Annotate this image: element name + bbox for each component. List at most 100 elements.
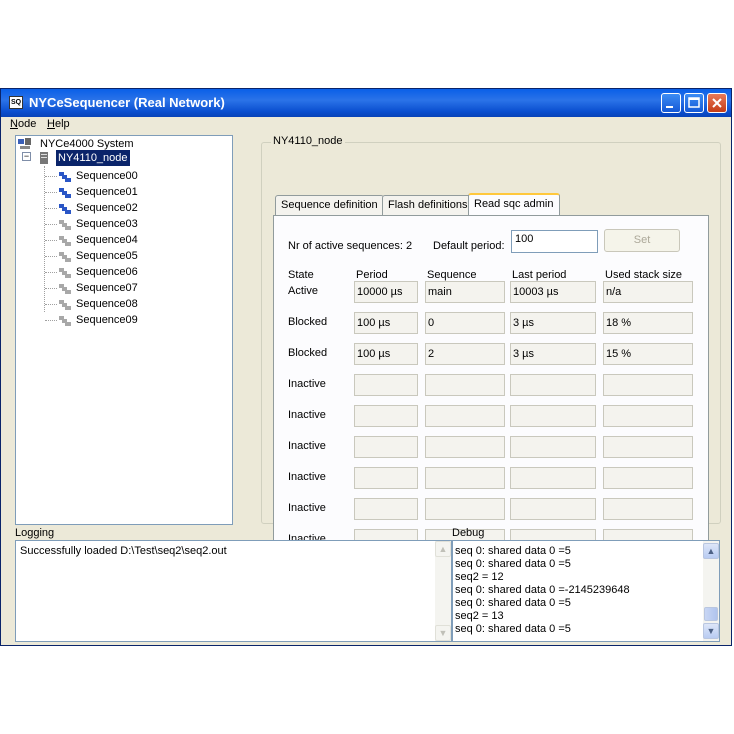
tab-read-sqc-admin[interactable]: Read sqc admin: [468, 193, 560, 215]
window-title: NYCeSequencer (Real Network): [29, 95, 225, 110]
main-window: SQ NYCeSequencer (Real Network) Node Hel…: [0, 88, 732, 646]
tree-connector: [45, 208, 57, 209]
tree-connector: [45, 320, 57, 321]
sequence-icon: [59, 171, 71, 182]
debug-scrollbar[interactable]: ▲ ▼: [703, 541, 719, 641]
close-button[interactable]: [707, 93, 727, 113]
sequence-icon: [59, 283, 71, 294]
tab-sequence-definition[interactable]: Sequence definition: [275, 195, 384, 215]
tree-item-label: Sequence04: [76, 234, 138, 246]
tree-item-label: Sequence08: [76, 298, 138, 310]
tree-connector: [45, 240, 57, 241]
header-last-period: Last period: [512, 269, 567, 281]
debug-label: Debug: [452, 527, 485, 539]
stack-cell: 18 %: [603, 312, 693, 334]
scroll-down-icon[interactable]: ▼: [703, 623, 719, 639]
stack-cell: 15 %: [603, 343, 693, 365]
set-button[interactable]: Set: [604, 229, 680, 252]
logging-scrollbar[interactable]: ▲ ▼: [435, 541, 451, 641]
tree-connector: [45, 224, 57, 225]
header-sequence: Sequence: [427, 269, 477, 281]
tree-connector: [45, 304, 57, 305]
close-icon: [708, 94, 726, 112]
header-stack-size: Used stack size: [605, 269, 683, 281]
minimize-icon: [662, 94, 680, 112]
sequence-cell: [425, 436, 505, 458]
sequence-icon: [59, 219, 71, 230]
tree-connector: [44, 166, 46, 312]
tree-connector: [45, 176, 57, 177]
sequence-icon: [59, 251, 71, 262]
maximize-icon: [685, 94, 703, 112]
sequence-icon: [59, 187, 71, 198]
stack-cell: [603, 374, 693, 396]
title-bar[interactable]: SQ NYCeSequencer (Real Network): [1, 89, 731, 117]
menu-node[interactable]: Node: [10, 118, 36, 130]
log-line: Successfully loaded D:\Test\seq2\seq2.ou…: [20, 545, 227, 557]
last-period-cell: 10003 µs: [510, 281, 596, 303]
debug-line: seq2 = 12: [455, 571, 504, 583]
tree-item-label: NY4110_node: [56, 150, 130, 166]
period-cell: 100 µs: [354, 343, 418, 365]
last-period-cell: 3 µs: [510, 312, 596, 334]
debug-line: seq 0: shared data 0 =-2145239648: [455, 584, 630, 596]
tab-flash-definitions[interactable]: Flash definitions: [382, 195, 474, 215]
period-cell: [354, 405, 418, 427]
debug-line: seq 0: shared data 0 =5: [455, 545, 571, 557]
logging-box[interactable]: Successfully loaded D:\Test\seq2\seq2.ou…: [15, 540, 452, 642]
tree-item-label: Sequence06: [76, 266, 138, 278]
period-cell: [354, 436, 418, 458]
active-sequences-label: Nr of active sequences: 2: [288, 240, 413, 252]
sequence-cell: main: [425, 281, 505, 303]
scroll-up-icon[interactable]: ▲: [435, 541, 451, 557]
period-cell: [354, 374, 418, 396]
last-period-cell: [510, 498, 596, 520]
minimize-button[interactable]: [661, 93, 681, 113]
tree-connector: [45, 272, 57, 273]
state-cell: Blocked: [288, 316, 328, 328]
last-period-cell: [510, 374, 596, 396]
sequence-cell: 2: [425, 343, 505, 365]
debug-box[interactable]: seq 0: shared data 0 =5 seq 0: shared dat…: [452, 540, 720, 642]
tree-item-label: Sequence05: [76, 250, 138, 262]
sequence-cell: 0: [425, 312, 505, 334]
tree-item-label: Sequence02: [76, 202, 138, 214]
state-cell: Inactive: [288, 409, 326, 421]
node-icon: [38, 152, 50, 164]
header-period: Period: [356, 269, 388, 281]
tree-view[interactable]: NYCe4000 System − NY4110_node Sequence00…: [15, 135, 233, 525]
group-legend: NY4110_node: [271, 135, 345, 147]
stack-cell: [603, 498, 693, 520]
default-period-input[interactable]: 100: [511, 230, 598, 253]
tree-connector: [45, 256, 57, 257]
sequence-icon: [59, 235, 71, 246]
last-period-cell: [510, 405, 596, 427]
tree-connector: [45, 288, 57, 289]
sequence-icon: [59, 299, 71, 310]
period-cell: [354, 498, 418, 520]
tree-item-label: Sequence00: [76, 170, 138, 182]
scroll-up-icon[interactable]: ▲: [703, 543, 719, 559]
debug-line: seq 0: shared data 0 =5: [455, 623, 571, 635]
debug-line: seq 0: shared data 0 =5: [455, 597, 571, 609]
debug-line: seq 0: shared data 0 =5: [455, 558, 571, 570]
menu-bar: Node Help: [1, 117, 731, 133]
stack-cell: [603, 436, 693, 458]
sequence-cell: [425, 498, 505, 520]
maximize-button[interactable]: [684, 93, 704, 113]
stack-cell: n/a: [603, 281, 693, 303]
tree-item-label: Sequence09: [76, 314, 138, 326]
last-period-cell: [510, 436, 596, 458]
collapse-toggle[interactable]: −: [22, 152, 31, 161]
state-cell: Inactive: [288, 471, 326, 483]
scroll-down-icon[interactable]: ▼: [435, 625, 451, 641]
scroll-thumb[interactable]: [704, 607, 718, 621]
tab-content: Nr of active sequences: 2 Default period…: [273, 215, 709, 575]
sequence-icon: [59, 315, 71, 326]
stack-cell: [603, 405, 693, 427]
node-group: NY4110_node Sequence definition Flash de…: [261, 135, 721, 575]
header-state: State: [288, 269, 314, 281]
last-period-cell: [510, 467, 596, 489]
menu-help[interactable]: Help: [47, 118, 70, 130]
default-period-label: Default period:: [433, 240, 505, 252]
